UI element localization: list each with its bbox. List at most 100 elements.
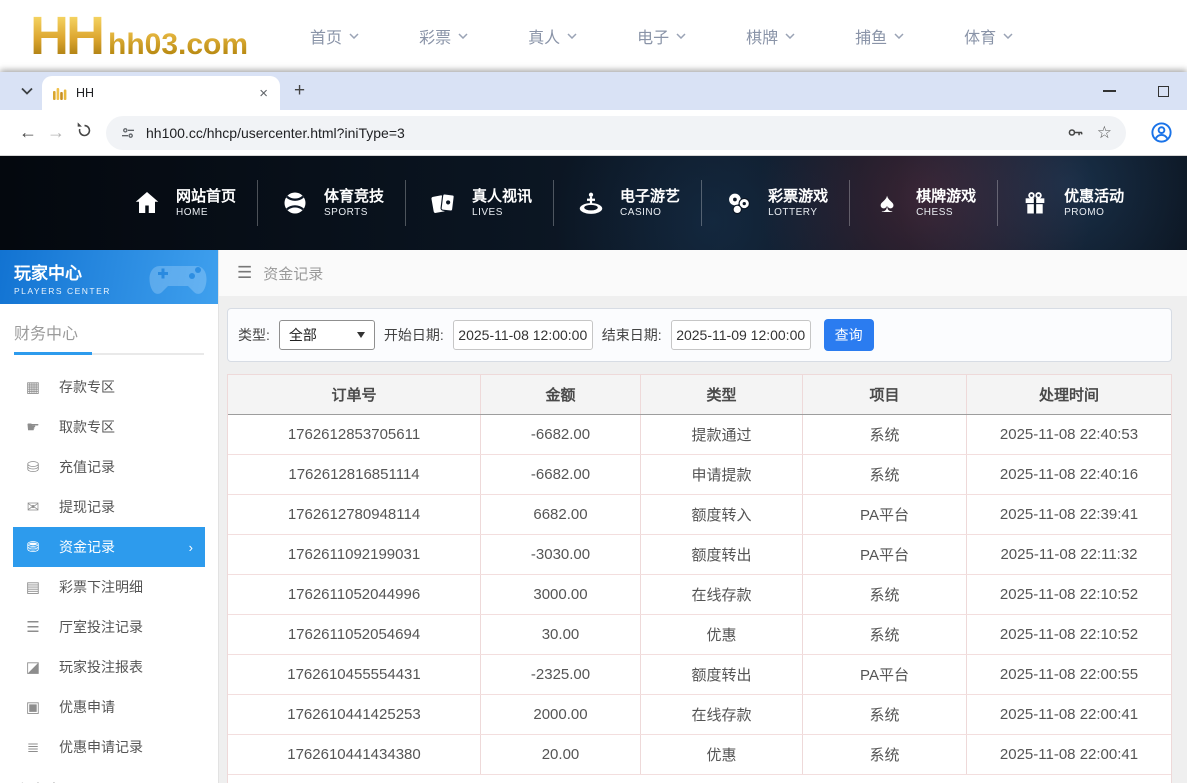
type-select[interactable]: 全部 xyxy=(279,320,375,350)
filter-bar: 类型: 全部 开始日期: 结束日期: 查询 xyxy=(227,308,1172,362)
table-row: 1762612816851114-6682.00申请提款系统2025-11-08… xyxy=(228,455,1171,495)
table-cell: -6682.00 xyxy=(481,455,641,494)
table-cell: 额度转出 xyxy=(641,535,803,574)
lottery-balls-icon xyxy=(723,187,755,219)
table-cell: 1762612853705611 xyxy=(228,415,481,454)
sidebar-item-player-bet-report[interactable]: ◪玩家投注报表 xyxy=(0,647,218,687)
sidebar-item-funds-records[interactable]: ⛃资金记录› xyxy=(13,527,205,567)
gamenav-sports[interactable]: 体育竞技SPORTS xyxy=(257,180,405,226)
back-button[interactable]: ← xyxy=(14,122,42,143)
page-content: 玩家中心 PLAYERS CENTER 财务中心 ▦存款专区 ☛取款专区 ⛁充值… xyxy=(0,250,1187,783)
table-cell: 系统 xyxy=(803,615,967,654)
tab-close-icon[interactable]: × xyxy=(257,85,270,102)
type-select-value: 全部 xyxy=(289,325,317,345)
sidebar-item-withdraw-zone[interactable]: ☛取款专区 xyxy=(0,407,218,447)
gift-icon xyxy=(1019,187,1051,219)
table-cell: PA平台 xyxy=(803,655,967,694)
logo-domain: hh03.com xyxy=(108,28,248,62)
table-cell: 1762611052054694 xyxy=(228,615,481,654)
table-cell: -3030.00 xyxy=(481,535,641,574)
site-nav-slots[interactable]: 电子 xyxy=(637,24,686,48)
gamenav-live[interactable]: 真人视讯LIVES xyxy=(405,180,553,226)
table-cell: 3000.00 xyxy=(481,575,641,614)
site-nav-lottery[interactable]: 彩票 xyxy=(419,24,468,48)
breadcrumb-label: 资金记录 xyxy=(263,263,323,284)
window-controls xyxy=(1103,72,1169,110)
table-cell: 2025-11-08 22:10:52 xyxy=(967,575,1171,614)
table-cell: -6682.00 xyxy=(481,415,641,454)
forward-button[interactable]: → xyxy=(42,122,70,143)
header-item: 项目 xyxy=(803,375,967,414)
deposit-card-icon: ▦ xyxy=(24,378,42,396)
table-cell: 额度转入 xyxy=(641,495,803,534)
site-logo[interactable]: HH hh03.com xyxy=(30,9,248,63)
money-bag-icon: ⛁ xyxy=(24,458,42,476)
sports-ball-icon xyxy=(279,187,311,219)
table-cell: 2025-11-08 22:40:53 xyxy=(967,415,1171,454)
table-header: 订单号 金额 类型 项目 处理时间 xyxy=(228,375,1171,415)
gamenav-promo[interactable]: 优惠活动PROMO xyxy=(997,180,1145,226)
new-tab-button[interactable]: + xyxy=(294,80,305,102)
select-caret-icon xyxy=(357,332,365,338)
gamenav-casino[interactable]: 电子游艺CASINO xyxy=(553,180,701,226)
gamenav-lottery[interactable]: 彩票游戏LOTTERY xyxy=(701,180,849,226)
withdraw-hand-icon: ☛ xyxy=(24,418,42,436)
window-minimize-button[interactable] xyxy=(1103,90,1116,92)
browser-toolbar: ← → hh100.cc/hhcp/usercenter.html?iniTyp… xyxy=(0,110,1187,156)
chevron-down-icon xyxy=(21,87,33,95)
end-date-label: 结束日期: xyxy=(602,325,662,345)
browser-window: HH × + ← → hh100.cc/hhcp/usercenter.html… xyxy=(0,72,1187,783)
url-text[interactable]: hh100.cc/hhcp/usercenter.html?iniType=3 xyxy=(146,125,1054,141)
breadcrumb: ☰ 资金记录 xyxy=(219,250,1187,296)
start-date-input[interactable] xyxy=(453,320,593,350)
panel-wrap: 类型: 全部 开始日期: 结束日期: 查询 订单号 xyxy=(219,296,1187,783)
password-key-icon[interactable] xyxy=(1066,123,1085,142)
end-date-input[interactable] xyxy=(671,320,811,350)
table-cell: 优惠 xyxy=(641,615,803,654)
sidebar-item-hall-bet-records[interactable]: ☰厅室投注记录 xyxy=(0,607,218,647)
sidebar-item-promo-apply-records[interactable]: ≣优惠申请记录 xyxy=(0,727,218,767)
profile-avatar-icon[interactable] xyxy=(1150,121,1173,144)
hamburger-icon[interactable]: ☰ xyxy=(237,263,252,283)
tab-search-button[interactable] xyxy=(14,78,40,104)
reload-button[interactable] xyxy=(70,122,98,144)
finance-section-title: 财务中心 xyxy=(14,320,204,344)
table-cell: 2025-11-08 22:39:41 xyxy=(967,495,1171,534)
chevron-down-icon xyxy=(894,33,904,39)
site-info-icon[interactable] xyxy=(120,125,136,141)
query-button[interactable]: 查询 xyxy=(824,319,874,351)
table-cell: 在线存款 xyxy=(641,575,803,614)
table-cell: 优惠 xyxy=(641,735,803,774)
table-cell: 1762612780948114 xyxy=(228,495,481,534)
table-row: 17626110520449963000.00在线存款系统2025-11-08 … xyxy=(228,575,1171,615)
site-nav-fishing[interactable]: 捕鱼 xyxy=(855,24,904,48)
table-row: 1762612853705611-6682.00提款通过系统2025-11-08… xyxy=(228,415,1171,455)
gamenav-home[interactable]: 网站首页HOME xyxy=(110,180,257,226)
table-cell: 2000.00 xyxy=(481,695,641,734)
gamepad-icon xyxy=(146,256,210,300)
site-nav-chess[interactable]: 棋牌 xyxy=(746,24,795,48)
table-cell: 系统 xyxy=(803,695,967,734)
sidebar-item-recharge-records[interactable]: ⛁充值记录 xyxy=(0,447,218,487)
sidebar: 玩家中心 PLAYERS CENTER 财务中心 ▦存款专区 ☛取款专区 ⛁充值… xyxy=(0,250,219,783)
site-nav-home[interactable]: 首页 xyxy=(310,24,359,48)
window-maximize-button[interactable] xyxy=(1158,86,1169,97)
document-icon: ▤ xyxy=(24,578,42,596)
chevron-down-icon xyxy=(676,33,686,39)
table-cell: 2025-11-08 22:11:32 xyxy=(967,535,1171,574)
browser-tab[interactable]: HH × xyxy=(42,76,280,110)
url-bar[interactable]: hh100.cc/hhcp/usercenter.html?iniType=3 … xyxy=(106,116,1126,150)
gamenav-chess[interactable]: ♠ 棋牌游戏CHESS xyxy=(849,180,997,226)
sidebar-item-deposit-zone[interactable]: ▦存款专区 xyxy=(0,367,218,407)
table-row-partial xyxy=(228,775,1171,783)
sidebar-item-lottery-bet-details[interactable]: ▤彩票下注明细 xyxy=(0,567,218,607)
sidebar-item-promo-apply[interactable]: ▣优惠申请 xyxy=(0,687,218,727)
sidebar-item-withdrawal-records[interactable]: ✉提现记录 xyxy=(0,487,218,527)
bookmark-star-icon[interactable]: ☆ xyxy=(1097,123,1112,143)
site-nav-sports[interactable]: 体育 xyxy=(964,24,1013,48)
header-process-time: 处理时间 xyxy=(967,375,1171,414)
site-nav-live[interactable]: 真人 xyxy=(528,24,577,48)
tab-title: HH xyxy=(76,86,257,100)
header-order-no: 订单号 xyxy=(228,375,481,414)
table-cell: 2025-11-08 22:00:55 xyxy=(967,655,1171,694)
